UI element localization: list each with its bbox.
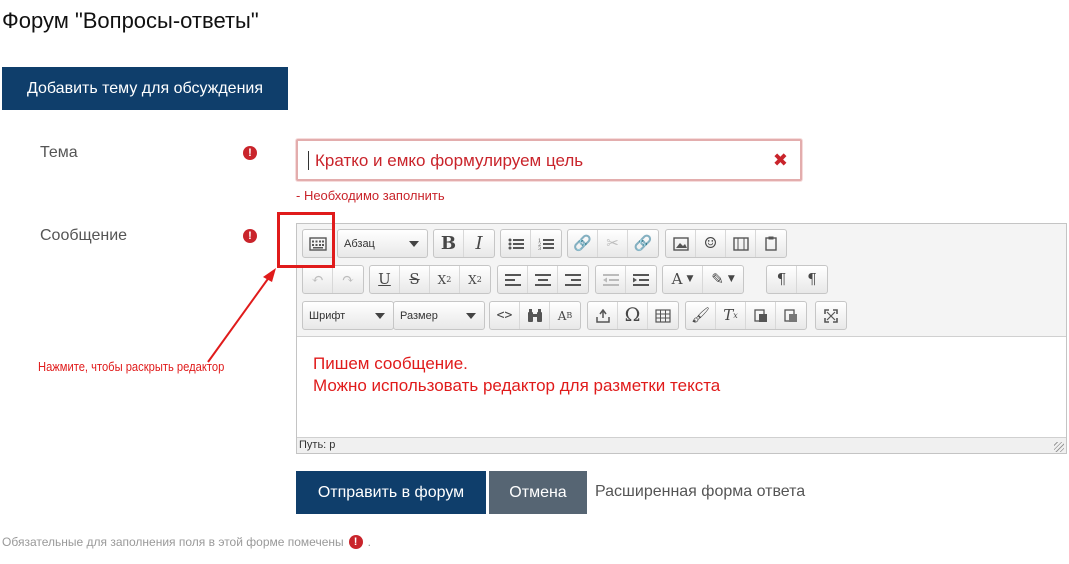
subject-input[interactable]: Кратко и емко формулируем цель ✖ — [296, 139, 802, 181]
subject-value: Кратко и емко формулируем цель — [315, 151, 584, 170]
table-icon[interactable] — [648, 302, 678, 329]
editor-toolbar: Абзац B I 123 🔗 ✂ 🔗 ☺ ↶ ↷ U S X 2 X 2 A … — [297, 224, 1066, 336]
media-icon[interactable] — [726, 230, 756, 257]
indent-icon[interactable] — [626, 266, 656, 293]
required-icon: ! — [348, 535, 363, 549]
size-select-value: Размер — [400, 309, 438, 322]
italic-icon[interactable]: I — [464, 230, 494, 257]
anchor-icon[interactable]: 🔗 — [628, 230, 658, 257]
chevron-down-icon — [375, 313, 385, 319]
submit-button[interactable]: Отправить в форум — [296, 471, 486, 514]
emoticon-icon[interactable]: ☺ — [696, 230, 726, 257]
ltr-icon[interactable]: ¶ — [767, 266, 797, 293]
numbered-list-icon[interactable]: 123 — [531, 230, 561, 257]
page-title: Форум "Вопросы-ответы" — [2, 8, 259, 33]
outdent-icon[interactable] — [596, 266, 626, 293]
editor-path-bar: Путь: p — [297, 437, 1066, 453]
message-editor[interactable]: Абзац B I 123 🔗 ✂ 🔗 ☺ ↶ ↷ U S X 2 X 2 A … — [296, 223, 1067, 454]
find-icon[interactable] — [520, 302, 550, 329]
message-label: Сообщение — [40, 227, 128, 244]
paste-icon[interactable] — [756, 230, 786, 257]
unlink-icon[interactable]: ✂ — [598, 230, 628, 257]
font-select[interactable]: Шрифт — [302, 301, 394, 330]
chevron-down-icon — [409, 241, 419, 247]
align-right-icon[interactable] — [558, 266, 588, 293]
resize-handle[interactable] — [1054, 442, 1064, 452]
view-group — [815, 301, 847, 330]
cleanup-icon[interactable]: 🖌 — [686, 302, 716, 329]
paragraph-select-value: Абзац — [344, 237, 375, 250]
align-group — [497, 265, 589, 294]
footnote-end: . — [367, 535, 371, 549]
underline-icon[interactable]: U — [370, 266, 400, 293]
clear-icon[interactable]: ✖ — [773, 150, 788, 170]
indent-group — [595, 265, 657, 294]
footnote-text: Обязательные для заполнения поля в этой … — [2, 535, 344, 549]
size-select[interactable]: Размер — [393, 301, 485, 330]
required-footnote: Обязательные для заполнения поля в этой … — [2, 535, 371, 549]
svg-text:3: 3 — [538, 246, 541, 251]
subject-label: Тема — [40, 144, 78, 161]
paste-text-icon[interactable] — [746, 302, 776, 329]
strikethrough-icon[interactable]: S — [400, 266, 430, 293]
cancel-button[interactable]: Отмена — [489, 471, 587, 514]
paste-word-icon[interactable] — [776, 302, 806, 329]
annotation-arrow — [207, 268, 276, 363]
tools-group: <> AB — [489, 301, 581, 330]
undo-icon[interactable]: ↶ — [303, 266, 333, 293]
superscript-icon[interactable]: X2 — [460, 266, 490, 293]
align-center-icon[interactable] — [528, 266, 558, 293]
background-color-icon[interactable]: ✎ ▼ — [703, 266, 743, 293]
cleanup-group: 🖌 Tx — [685, 301, 807, 330]
list-group: 123 — [500, 229, 562, 258]
content-line: Можно использовать редактор для разметки… — [313, 376, 721, 395]
link-group: 🔗 ✂ 🔗 — [567, 229, 659, 258]
format-group: B I — [433, 229, 495, 258]
required-icon: ! — [243, 146, 257, 160]
bold-icon[interactable]: B — [434, 230, 464, 257]
font-select-value: Шрифт — [309, 309, 346, 322]
remove-format-icon[interactable]: Tx — [716, 302, 746, 329]
bullet-list-icon[interactable] — [501, 230, 531, 257]
path-label: Путь: p — [299, 439, 336, 451]
spellcheck-icon[interactable]: AB — [550, 302, 580, 329]
text-color-icon[interactable]: A ▼ — [663, 266, 703, 293]
paragraph-select[interactable]: Абзац — [337, 229, 428, 258]
text-style-group: U S X2 X2 — [369, 265, 491, 294]
subject-error: - Необходимо заполнить — [296, 188, 445, 203]
advanced-form-link[interactable]: Расширенная форма ответа — [595, 483, 805, 501]
insert-special-group: Ω — [587, 301, 679, 330]
history-group: ↶ ↷ — [302, 265, 364, 294]
annotation-text: Нажмите, чтобы раскрыть редактор — [38, 359, 225, 374]
editor-content[interactable]: Пишем сообщение. Можно использовать реда… — [297, 336, 1066, 437]
omega-icon[interactable]: Ω — [618, 302, 648, 329]
annotation-highlight-box — [277, 212, 335, 268]
redo-icon[interactable]: ↷ — [333, 266, 363, 293]
fullscreen-icon[interactable] — [816, 302, 846, 329]
image-icon[interactable] — [666, 230, 696, 257]
chevron-down-icon — [466, 313, 476, 319]
align-left-icon[interactable] — [498, 266, 528, 293]
code-icon[interactable]: <> — [490, 302, 520, 329]
direction-group: ¶ ¶ — [766, 265, 828, 294]
content-line: Пишем сообщение. — [313, 354, 468, 373]
text-caret — [308, 151, 309, 170]
color-group: A ▼ ✎ ▼ — [662, 265, 744, 294]
subscript-icon[interactable]: X2 — [430, 266, 460, 293]
insert-group: ☺ — [665, 229, 787, 258]
special-char-icon[interactable] — [588, 302, 618, 329]
add-topic-button[interactable]: Добавить тему для обсуждения — [2, 67, 288, 110]
required-icon: ! — [243, 229, 257, 243]
link-icon[interactable]: 🔗 — [568, 230, 598, 257]
rtl-icon[interactable]: ¶ — [797, 266, 827, 293]
